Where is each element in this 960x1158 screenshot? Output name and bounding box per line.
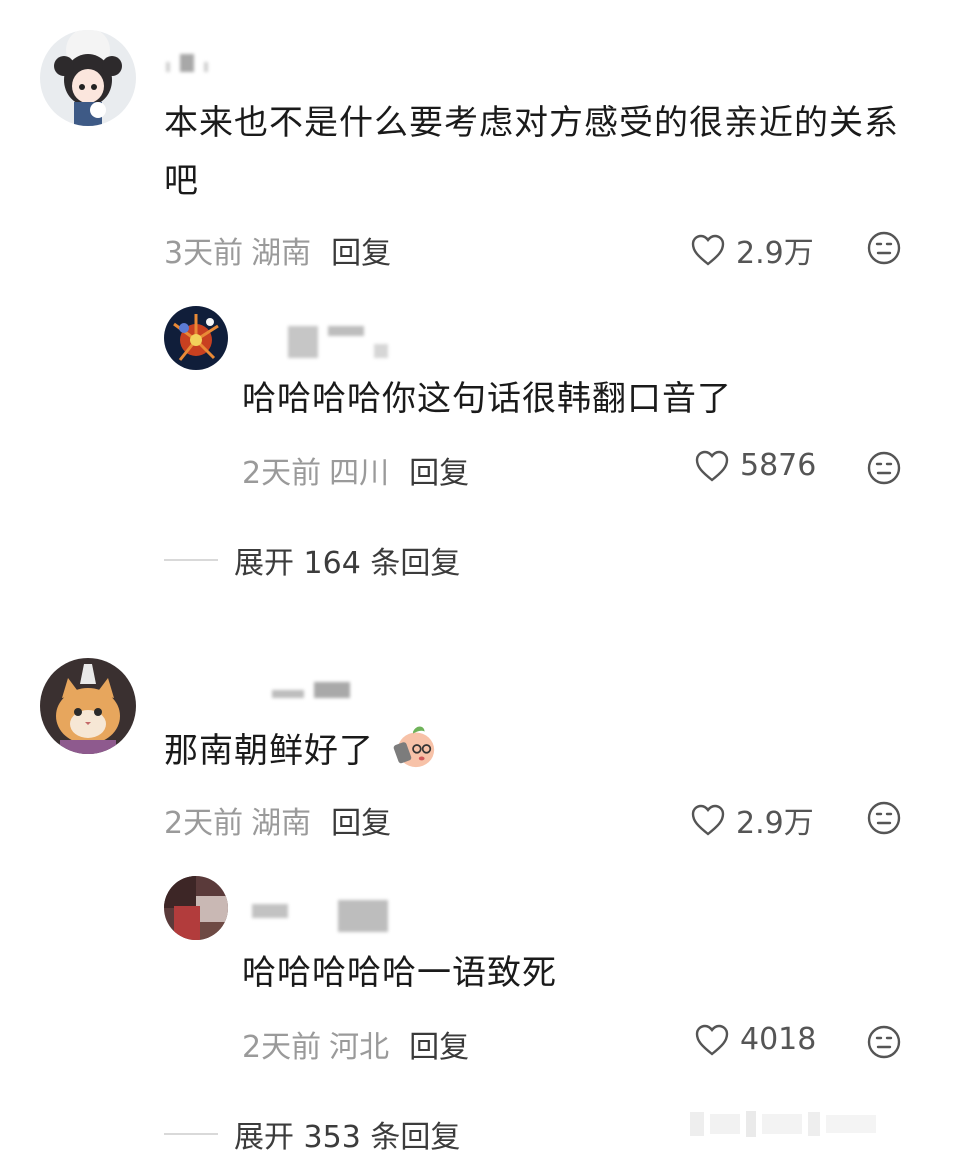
reply-meta: 2天前 河北 回复: [242, 1022, 469, 1066]
heart-outline-icon: [691, 804, 725, 836]
comment-meta: 2天前 湖南 回复: [164, 798, 391, 842]
comment-text: 本来也不是什么要考虑对方感受的很亲近的关系吧: [164, 103, 899, 201]
heart-outline-icon: [691, 234, 725, 266]
reply-location: 四川: [329, 456, 390, 491]
comment-meta: 3天前 湖南 回复: [164, 228, 391, 272]
divider-line: [164, 1133, 218, 1135]
neutral-face-icon[interactable]: [866, 230, 902, 266]
expand-replies-button[interactable]: 展开 164 条回复: [164, 538, 460, 582]
neutral-face-icon[interactable]: [866, 800, 902, 836]
comment-location: 湖南: [251, 236, 312, 271]
like-button[interactable]: 5876: [694, 448, 816, 483]
comment-time: 2天前: [164, 806, 244, 841]
neutral-face-icon[interactable]: [866, 1024, 902, 1060]
reply-text: 哈哈哈哈哈一语致死: [242, 953, 557, 993]
comment-time: 3天前: [164, 236, 244, 271]
comment-location: 湖南: [251, 806, 312, 841]
reply-time: 2天前: [242, 456, 322, 491]
neutral-face-icon[interactable]: [866, 450, 902, 486]
reply-username-blurred[interactable]: [252, 900, 388, 932]
reply-location: 河北: [329, 1030, 390, 1065]
expand-replies-label: 展开 353 条回复: [234, 1120, 461, 1155]
avatar-blurred-photo[interactable]: [164, 876, 228, 940]
like-button[interactable]: 2.9万: [690, 228, 814, 272]
username-blurred[interactable]: [272, 682, 350, 698]
reply-button[interactable]: 回复: [409, 456, 469, 491]
username-blurred[interactable]: [166, 54, 208, 72]
comment-text: 那南朝鲜好了: [164, 722, 924, 780]
like-button[interactable]: 4018: [694, 1022, 816, 1057]
reply-username-blurred[interactable]: [288, 326, 388, 358]
like-button[interactable]: 2.9万: [690, 798, 814, 842]
reply-button[interactable]: 回复: [331, 806, 391, 841]
like-count: 2.9万: [736, 236, 814, 271]
reply-meta: 2天前 四川 回复: [242, 448, 469, 492]
avatar-fireworks[interactable]: [164, 306, 228, 370]
expand-replies-label: 展开 164 条回复: [234, 546, 461, 581]
avatar-cat[interactable]: [40, 658, 136, 754]
like-count: 2.9万: [736, 806, 814, 841]
reply-text: 哈哈哈哈你这句话很韩翻口音了: [242, 379, 732, 419]
heart-outline-icon: [695, 450, 729, 482]
heart-outline-icon: [695, 1024, 729, 1056]
reply-time: 2天前: [242, 1030, 322, 1065]
divider-line: [164, 559, 218, 561]
reply-button[interactable]: 回复: [331, 236, 391, 271]
reply-button[interactable]: 回复: [409, 1030, 469, 1065]
like-count: 4018: [740, 1022, 817, 1057]
like-count: 5876: [740, 448, 817, 483]
expand-replies-button[interactable]: 展开 353 条回复: [164, 1112, 460, 1156]
peach-holding-phone-sticker: [393, 726, 434, 768]
avatar-girl[interactable]: [40, 30, 136, 126]
watermark: [690, 1108, 940, 1140]
comment-text-content: 那南朝鲜好了: [164, 731, 374, 771]
